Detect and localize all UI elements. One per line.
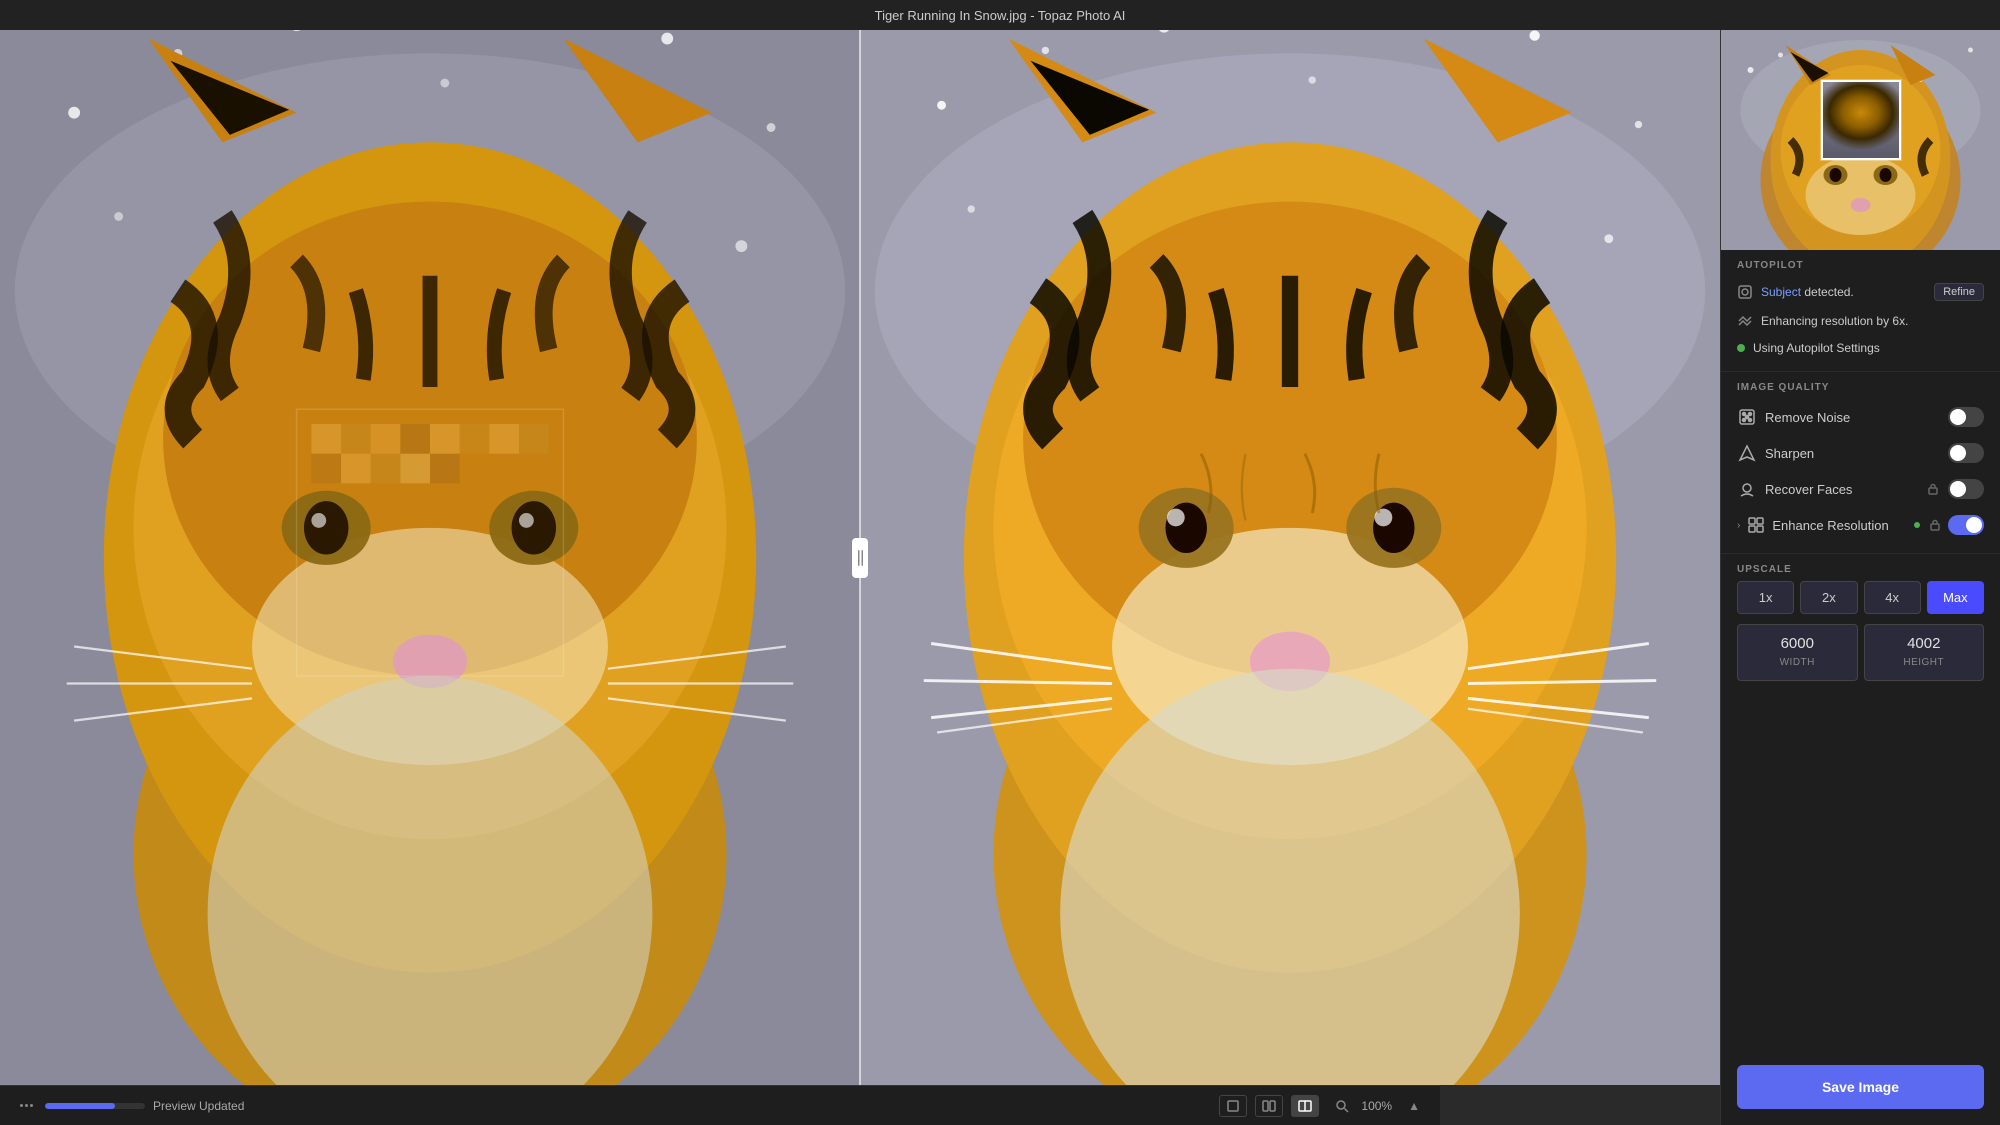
subject-detected-text: Subject detected. <box>1761 285 1926 299</box>
bottom-toolbar: Preview Updated <box>0 1085 1440 1125</box>
thumbnail-crop-box[interactable] <box>1821 80 1901 160</box>
remove-noise-row: Remove Noise <box>1737 399 1984 435</box>
split-divider <box>859 30 861 1085</box>
progress-bar-container <box>45 1103 145 1109</box>
upscale-section-header: UPSCALE <box>1721 554 2000 581</box>
image-comparison-area: Preview Updated <box>0 30 1720 1125</box>
main-layout: Preview Updated <box>0 30 2000 1125</box>
view-single-button[interactable] <box>1219 1095 1247 1117</box>
subject-icon <box>1737 284 1753 300</box>
thumbnail-preview <box>1823 82 1899 158</box>
upscale-section: 1x 2x 4x Max 6000 Width 4002 Height <box>1721 581 2000 697</box>
upscale-1x-button[interactable]: 1x <box>1737 581 1794 614</box>
zoom-icon <box>1335 1099 1349 1113</box>
recover-faces-icon <box>1737 479 1757 499</box>
upscale-2x-button[interactable]: 2x <box>1800 581 1857 614</box>
height-label: Height <box>1903 657 1944 668</box>
autopilot-section-header: AUTOPILOT <box>1721 250 2000 277</box>
expand-arrow-icon[interactable]: › <box>1737 520 1740 531</box>
app-title: Tiger Running In Snow.jpg - Topaz Photo … <box>875 8 1126 23</box>
dimension-row: 6000 Width 4002 Height <box>1737 624 1984 681</box>
title-bar: Tiger Running In Snow.jpg - Topaz Photo … <box>0 0 2000 30</box>
sharpen-icon <box>1737 443 1757 463</box>
enhance-resolution-indicator <box>1914 522 1920 528</box>
height-value: 4002 <box>1875 635 1974 652</box>
remove-noise-label: Remove Noise <box>1765 410 1940 425</box>
height-dimension-box: 4002 Height <box>1864 624 1985 681</box>
enhance-resolution-label: Enhance Resolution <box>1772 518 1908 533</box>
active-indicator <box>1737 344 1745 352</box>
image-quality-section-header: IMAGE QUALITY <box>1721 372 2000 399</box>
recover-faces-label: Recover Faces <box>1765 482 1918 497</box>
autopilot-settings-row: Using Autopilot Settings <box>1737 335 1984 361</box>
width-label: Width <box>1780 657 1815 668</box>
zoom-level-label: 100% <box>1361 1099 1392 1113</box>
upscale-4x-button[interactable]: 4x <box>1864 581 1921 614</box>
preview-updated-label: Preview Updated <box>153 1099 244 1113</box>
recover-faces-lock-icon <box>1926 482 1940 496</box>
resolution-row: Enhancing resolution by 6x. <box>1737 307 1984 335</box>
after-image <box>860 30 1720 1085</box>
upscale-max-button[interactable]: Max <box>1927 581 1984 614</box>
refine-button[interactable]: Refine <box>1934 283 1984 301</box>
panel-content: AUTOPILOT Subject detected. Refine <box>1721 250 2000 1065</box>
width-dimension-box: 6000 Width <box>1737 624 1858 681</box>
remove-noise-icon <box>1737 407 1757 427</box>
dots-menu[interactable] <box>16 1100 37 1111</box>
image-quality-section: Remove Noise Sharpen <box>1721 399 2000 554</box>
autopilot-settings-text: Using Autopilot Settings <box>1753 341 1880 355</box>
autopilot-section: Subject detected. Refine Enhancing resol… <box>1721 277 2000 372</box>
recover-faces-toggle[interactable] <box>1948 479 1984 499</box>
view-compare-button[interactable] <box>1255 1095 1283 1117</box>
sharpen-toggle[interactable] <box>1948 443 1984 463</box>
enhance-resolution-row: › Enhance Resolution <box>1737 507 1984 543</box>
resolution-icon <box>1737 313 1753 329</box>
zoom-chevron-button[interactable]: ▲ <box>1404 1099 1424 1113</box>
resolution-text: Enhancing resolution by 6x. <box>1761 314 1908 328</box>
right-panel: AUTOPILOT Subject detected. Refine <box>1720 30 2000 1125</box>
width-value: 6000 <box>1748 635 1847 652</box>
subject-detected-row: Subject detected. Refine <box>1737 277 1984 307</box>
enhance-resolution-icon <box>1746 515 1766 535</box>
recover-faces-row: Recover Faces <box>1737 471 1984 507</box>
sharpen-row: Sharpen <box>1737 435 1984 471</box>
enhance-resolution-lock-icon <box>1928 518 1942 532</box>
sharpen-label: Sharpen <box>1765 446 1940 461</box>
upscale-options: 1x 2x 4x Max <box>1737 581 1984 614</box>
remove-noise-toggle[interactable] <box>1948 407 1984 427</box>
view-split-button[interactable] <box>1291 1095 1319 1117</box>
save-image-button[interactable]: Save Image <box>1737 1065 1984 1109</box>
enhance-resolution-toggle[interactable] <box>1948 515 1984 535</box>
divider-handle[interactable] <box>852 538 868 578</box>
thumbnail-area <box>1721 30 2000 250</box>
before-image <box>0 30 860 1085</box>
progress-bar <box>45 1103 115 1109</box>
